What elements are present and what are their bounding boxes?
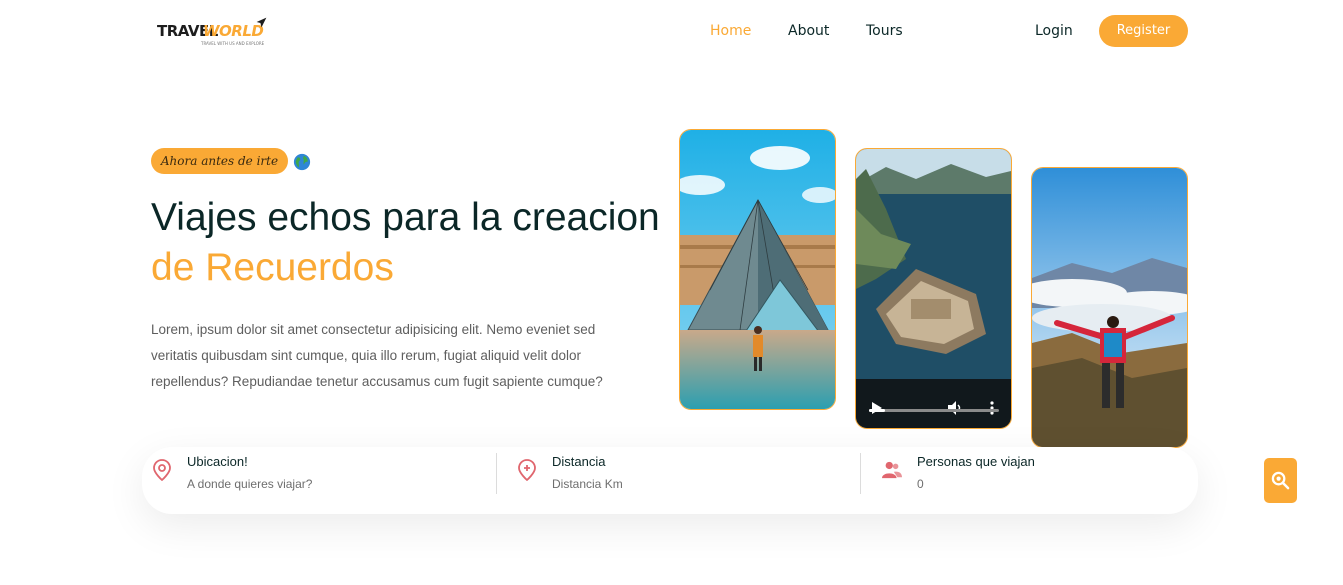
people-title: Personas que viajan (917, 454, 1035, 469)
video-progress-fill (869, 409, 885, 412)
search-icon (1271, 471, 1290, 490)
distance-input[interactable] (552, 477, 802, 491)
logo-tagline: TRAVEL WITH US AND EXPLORE (201, 41, 265, 46)
login-button[interactable]: Login (1035, 23, 1073, 39)
headline-highlight: de Recuerdos (151, 246, 394, 289)
globe-icon (293, 153, 311, 171)
video-progress-bar[interactable] (869, 409, 999, 412)
video-controls (856, 368, 1011, 428)
more-icon[interactable] (990, 401, 994, 415)
distance-title: Distancia (552, 454, 606, 469)
louvre-pyramid-photo (679, 129, 836, 410)
headline-text: Viajes echos para la creacion (151, 196, 660, 239)
divider (860, 453, 861, 494)
people-input[interactable] (917, 477, 1167, 491)
location-input[interactable] (187, 477, 437, 491)
play-icon[interactable] (872, 402, 882, 414)
mountain-hiker-photo (1031, 167, 1188, 448)
nav-tours[interactable]: Tours (866, 23, 903, 39)
airplane-icon (256, 17, 267, 28)
hero-description: Lorem, ipsum dolor sit amet consectetur … (151, 322, 603, 389)
people-field[interactable]: Personas que viajan (872, 447, 1192, 514)
nav-about[interactable]: About (788, 23, 829, 39)
brand-logo[interactable]: TRAVEL WORLD TRAVEL WITH US AND EXPLORE (157, 16, 269, 50)
register-button[interactable]: Register (1099, 15, 1188, 47)
hero-subtitle: Ahora antes de irte (151, 148, 288, 174)
divider (496, 453, 497, 494)
search-bar: Ubicacion! Distancia Personas que viajan (142, 447, 1198, 514)
hero-headline: Viajes echos para la creacion de Recuerd… (151, 193, 671, 293)
nav-home[interactable]: Home (710, 23, 751, 39)
location-title: Ubicacion! (187, 454, 248, 469)
location-field[interactable]: Ubicacion! (142, 447, 492, 514)
search-button[interactable] (1264, 458, 1297, 503)
distance-pin-icon (518, 459, 536, 481)
location-pin-icon (153, 459, 171, 481)
people-icon (882, 461, 902, 479)
island-fort-video[interactable] (855, 148, 1012, 429)
distance-field[interactable]: Distancia (507, 447, 857, 514)
volume-icon[interactable] (948, 401, 962, 415)
